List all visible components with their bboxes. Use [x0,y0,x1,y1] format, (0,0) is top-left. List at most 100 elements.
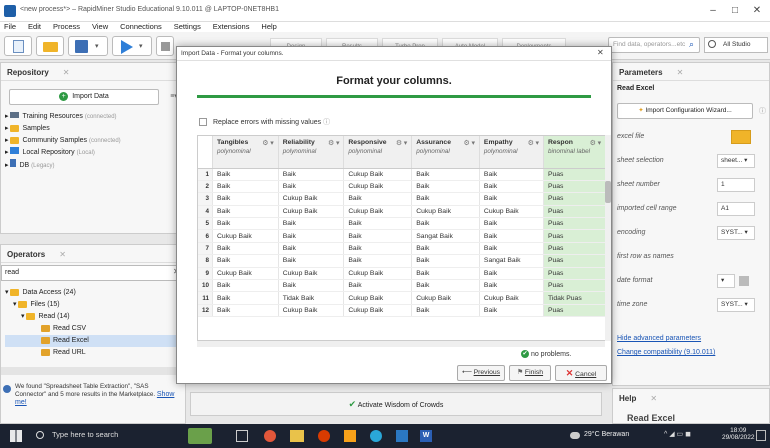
previous-button[interactable]: ⟵ Previous [457,365,505,381]
repo-item-samples[interactable]: ▸ Samples [5,123,185,135]
tree-item-read-csv[interactable]: Read CSV [5,323,181,335]
widget-icon[interactable] [188,428,212,444]
tree-item-read-url[interactable]: Read URL [5,347,181,359]
marketplace-hint: We found "Spreadsheet Table Extraction",… [15,383,181,407]
param-value: SYST... [721,229,743,236]
row-number: 1 [198,168,213,181]
taskbar-search-input[interactable]: Type here to search [52,430,118,439]
help-circle-icon[interactable]: ⓘ [759,106,766,116]
search-icon[interactable]: ⌕ [689,39,694,50]
new-process-button[interactable] [4,36,32,56]
column-settings-icon[interactable]: ⚙ ▾ [262,139,273,147]
play-icon [121,40,133,54]
menu-file[interactable]: File [4,22,16,31]
wisdom-of-crowds-banner[interactable]: ✔ Activate Wisdom of Crowds [190,392,602,416]
arrow-left-icon: ⟵ [461,369,472,376]
close-dialog-icon[interactable]: ✕ [597,48,604,57]
table-cell: Baik [479,229,544,243]
tree-item-files[interactable]: ▾ Files (15) [5,299,181,311]
tree-item-read[interactable]: ▾ Read (14) [5,311,181,323]
table-horizontal-scrollbar[interactable] [197,341,605,347]
date-format-select[interactable]: ▾ [717,274,735,288]
open-file-icon[interactable] [731,130,751,144]
menu-extensions[interactable]: Extensions [213,22,250,31]
edge-icon[interactable] [370,430,382,442]
horizontal-scrollbar[interactable] [1,367,185,375]
finish-button[interactable]: ⚑ Finish [509,365,551,381]
table-cell: Sangat Baik [411,229,480,243]
column-settings-icon[interactable]: ⚙ ▾ [396,139,407,147]
file-explorer-icon[interactable] [290,430,304,442]
menu-process[interactable]: Process [53,22,80,31]
close-tab-icon[interactable]: ✕ [63,68,70,77]
repo-item-label: Samples [22,125,50,132]
encoding-select[interactable]: SYST... ▾ [717,226,755,240]
repo-item-community-samples[interactable]: ▸ Community Samples (connected) [5,135,185,147]
system-tray-icons[interactable]: ^ ◢ ▭ ◼ [664,430,691,438]
time-zone-select[interactable]: SYST... ▾ [717,298,755,312]
date-format-menu-icon[interactable] [739,276,749,286]
maximize-icon[interactable]: □ [728,5,742,17]
chevron-down-icon[interactable]: ▾ [95,42,99,50]
cancel-button[interactable]: ✕ Cancel [555,365,607,381]
menu-edit[interactable]: Edit [28,22,41,31]
windows-start-icon[interactable] [10,430,22,442]
task-view-icon[interactable] [236,430,248,442]
column-header[interactable]: ⚙ ▾ Tangibles polynominal [212,136,279,169]
replace-errors-checkbox[interactable] [199,118,207,127]
column-settings-icon[interactable]: ⚙ ▾ [528,139,539,147]
close-tab-icon[interactable]: ✕ [650,394,657,403]
tree-item-read-excel[interactable]: Read Excel [5,335,181,347]
wisdom-of-crowds-label: Activate Wisdom of Crowds [357,402,444,409]
open-process-button[interactable] [36,36,64,56]
minimize-icon[interactable]: – [706,5,720,17]
row-number: 9 [198,267,213,281]
weather-text[interactable]: 29°C Berawan [584,431,629,438]
run-process-button[interactable]: ▾ [112,36,152,56]
read-operator-icon [41,336,50,344]
chevron-down-icon[interactable]: ▾ [139,42,143,50]
column-settings-icon[interactable]: ⚙ ▾ [464,139,475,147]
cell-range-input[interactable]: A1 [717,202,755,216]
close-tab-icon[interactable]: ✕ [59,250,66,259]
operator-search-input[interactable]: read [1,265,177,281]
clock[interactable]: 18:09 29/08/2022 [722,427,755,441]
close-tab-icon[interactable]: ✕ [677,68,684,77]
label-column-header[interactable]: ⚙ ▾ Respon binominal label [543,136,606,169]
row-number: 12 [198,304,213,318]
column-settings-icon[interactable]: ⚙ ▾ [328,139,339,147]
repo-item-local-repository[interactable]: ▸ Local Repository (Local) [5,147,185,159]
save-process-button[interactable]: ▾ [68,36,108,56]
column-header[interactable]: ⚙ ▾ Empathy polynominal [479,136,544,169]
sheet-selection-select[interactable]: sheet... ▾ [717,154,755,168]
column-header[interactable]: ⚙ ▾ Reliability polynominal [278,136,345,169]
scrollbar-thumb[interactable] [605,181,611,203]
chrome-icon[interactable] [264,430,276,442]
vertical-scrollbar[interactable] [605,135,611,341]
column-header[interactable]: ⚙ ▾ Assurance polynominal [411,136,480,169]
store-icon[interactable] [396,430,408,442]
menu-connections[interactable]: Connections [120,22,162,31]
opera-icon[interactable] [318,430,330,442]
replace-errors-option[interactable]: Replace errors with missing values ⓘ [199,117,330,127]
app-icon[interactable] [344,430,356,442]
repo-item-training-resources[interactable]: ▸ Training Resources (connected) [5,111,185,123]
change-compatibility-link[interactable]: Change compatibility (9.10.011) [617,349,715,356]
menu-help[interactable]: Help [261,22,276,31]
label-cell: Puas [543,180,606,194]
menu-view[interactable]: View [92,22,108,31]
close-window-icon[interactable]: ✕ [750,5,764,17]
column-settings-icon[interactable]: ⚙ ▾ [590,139,601,147]
word-icon[interactable]: W [420,430,432,442]
sheet-number-input[interactable]: 1 [717,178,755,192]
column-header[interactable]: ⚙ ▾ Responsive polynominal [343,136,413,169]
tree-item-data-access[interactable]: ▾ Data Access (24) [5,287,181,299]
stop-process-button[interactable] [156,36,174,56]
global-search-input[interactable]: Find data, operators...etc [608,37,700,53]
menu-settings[interactable]: Settings [174,22,201,31]
import-configuration-wizard-button[interactable]: ✦ Import Configuration Wizard... [617,103,753,119]
repo-item-db[interactable]: ▸ DB (Legacy) [5,159,185,171]
import-data-button[interactable]: + Import Data [9,89,159,105]
notification-icon[interactable] [756,430,766,441]
hide-advanced-parameters-link[interactable]: Hide advanced parameters [617,335,701,342]
